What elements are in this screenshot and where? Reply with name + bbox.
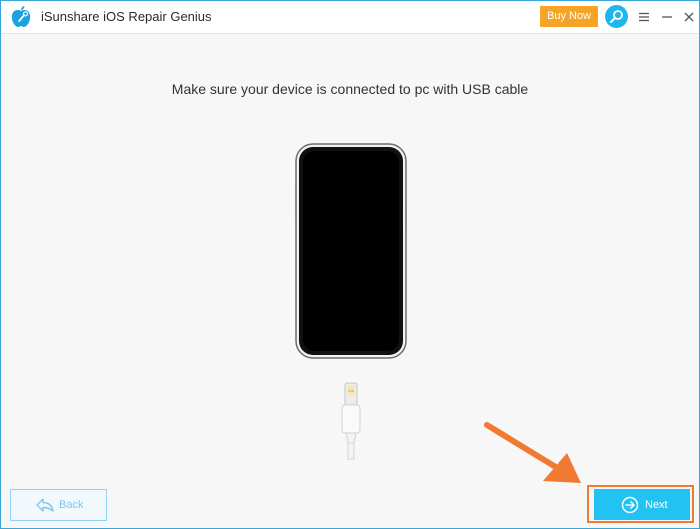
iphone-illustration-icon bbox=[295, 143, 407, 359]
back-arrow-icon bbox=[36, 498, 54, 512]
app-title: iSunshare iOS Repair Genius bbox=[41, 9, 212, 24]
search-button[interactable] bbox=[605, 5, 628, 28]
minimize-icon[interactable] bbox=[660, 9, 674, 25]
app-window: iSunshare iOS Repair Genius Buy Now Make… bbox=[0, 0, 700, 529]
usb-cable-illustration-icon: USB bbox=[341, 382, 361, 460]
search-icon bbox=[610, 10, 623, 23]
cable-label: USB bbox=[348, 389, 354, 393]
close-icon[interactable] bbox=[682, 9, 696, 25]
menu-icon[interactable] bbox=[637, 9, 651, 25]
apple-wrench-logo-icon bbox=[11, 6, 31, 27]
back-button[interactable]: Back bbox=[10, 489, 107, 521]
back-label: Back bbox=[59, 499, 84, 511]
buy-now-button[interactable]: Buy Now bbox=[540, 6, 598, 27]
next-button[interactable]: Next bbox=[594, 489, 690, 520]
connect-instruction: Make sure your device is connected to pc… bbox=[171, 81, 529, 97]
next-arrow-circle-icon bbox=[621, 496, 639, 514]
next-label: Next bbox=[645, 499, 668, 511]
title-bar: iSunshare iOS Repair Genius Buy Now bbox=[1, 1, 699, 34]
pointer-arrow-icon bbox=[484, 422, 581, 483]
